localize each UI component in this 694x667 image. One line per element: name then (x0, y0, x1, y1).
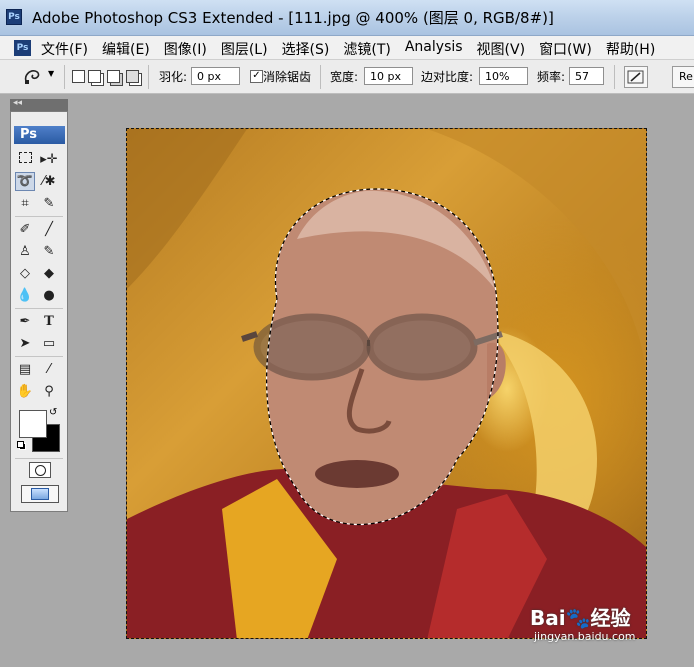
menu-view[interactable]: 视图(V) (477, 39, 533, 59)
divider (614, 65, 615, 89)
hand-tool-icon[interactable]: ✋ (15, 382, 35, 401)
watermark-suffix: 经验 (590, 606, 631, 630)
magic-wand-icon[interactable]: ⁄✱ (39, 172, 59, 191)
crop-tool-icon[interactable]: ⌗ (15, 194, 35, 213)
quick-mask-button[interactable] (29, 462, 51, 478)
edge-contrast-label: 边对比度: (421, 70, 474, 84)
width-label: 宽度: (330, 70, 359, 84)
healing-brush-icon[interactable]: ✐ (15, 220, 35, 239)
refine-edge-label: Re (679, 70, 693, 83)
move-tool-icon[interactable]: ▸✛ (39, 150, 59, 169)
photoshop-menu-icon[interactable]: Ps (14, 40, 31, 56)
menu-layer[interactable]: 图层(L) (221, 39, 275, 59)
menu-image[interactable]: 图像(I) (164, 39, 214, 59)
options-bar: ▼ 羽化: 0 px ✓ 消除锯齿 宽度: 10 px 边对比度: 10% 频率… (0, 60, 694, 94)
antialias-label: 消除锯齿 (263, 70, 312, 84)
divider (64, 65, 65, 89)
menu-analysis[interactable]: Analysis (405, 39, 470, 59)
baidu-watermark: Bai🐾经验 jingyan.baidu.com (530, 602, 636, 643)
collapse-arrows-icon[interactable]: ◂◂ (13, 98, 22, 108)
watermark-url: jingyan.baidu.com (534, 630, 636, 643)
quick-mask-icon (35, 465, 46, 476)
window-titlebar: Ps Adobe Photoshop CS3 Extended - [111.j… (0, 0, 694, 36)
add-selection-icon[interactable] (88, 70, 101, 83)
dodge-tool-icon[interactable]: ● (39, 286, 59, 305)
width-input[interactable]: 10 px (364, 67, 413, 85)
screen-mode-icon (31, 488, 49, 500)
toolbox-ps-logo: Ps (14, 126, 65, 144)
magnetic-lasso-icon (24, 70, 40, 84)
divider (15, 458, 63, 459)
window-title: Adobe Photoshop CS3 Extended - [111.jpg … (32, 9, 554, 27)
menu-help[interactable]: 帮助(H) (606, 39, 662, 59)
watermark-brand: Bai (530, 606, 566, 630)
feather-input[interactable]: 0 px (191, 67, 240, 85)
divider (320, 65, 321, 89)
history-brush-icon[interactable]: ✎ (39, 242, 59, 261)
menu-file[interactable]: 文件(F) (41, 39, 95, 59)
rectangle-shape-icon[interactable]: ▭ (39, 334, 59, 353)
zoom-tool-icon[interactable]: ⚲ (39, 382, 59, 401)
divider (15, 216, 63, 217)
new-selection-icon[interactable] (72, 70, 85, 83)
divider (15, 356, 63, 357)
menu-items: 文件(F) 编辑(E) 图像(I) 图层(L) 选择(S) 滤镜(T) Anal… (41, 39, 669, 59)
feather-label: 羽化: (159, 70, 188, 84)
divider (148, 65, 149, 89)
selection-mode-buttons (72, 68, 152, 86)
menu-bar: Ps 文件(F) 编辑(E) 图像(I) 图层(L) 选择(S) 滤镜(T) A… (0, 36, 694, 60)
tools-panel: Ps ▸✛ ➰ ⁄✱ ⌗ ✎ ✐ ╱ ♙ ✎ ◇ ◆ 💧 ● ✒ T ➤ ▭ ▤… (10, 111, 68, 512)
notes-tool-icon[interactable]: ▤ (15, 360, 35, 379)
screen-mode-button[interactable] (21, 485, 59, 503)
chevron-down-icon: ▼ (48, 69, 55, 78)
brush-tool-icon[interactable]: ╱ (39, 220, 59, 239)
marquee-tool-icon[interactable] (15, 150, 35, 169)
path-selection-icon[interactable]: ➤ (15, 334, 35, 353)
subtract-selection-icon[interactable] (107, 70, 120, 83)
frequency-input[interactable]: 57 (569, 67, 604, 85)
slice-tool-icon[interactable]: ✎ (39, 194, 59, 213)
paint-bucket-icon[interactable]: ◆ (39, 264, 59, 283)
refine-edge-button[interactable]: Re (672, 66, 694, 88)
paw-icon: 🐾 (565, 606, 591, 630)
frequency-label: 频率: (537, 70, 566, 84)
edge-contrast-input[interactable]: 10% (479, 67, 528, 85)
intersect-selection-icon[interactable] (126, 70, 139, 83)
menu-filter[interactable]: 滤镜(T) (343, 39, 397, 59)
pen-tool-icon[interactable]: ✒ (15, 312, 35, 331)
blur-tool-icon[interactable]: 💧 (15, 286, 35, 305)
tablet-pressure-button[interactable] (624, 66, 648, 88)
default-colors-icon[interactable] (17, 441, 26, 450)
photoshop-app-icon: Ps (6, 9, 22, 25)
type-tool-icon[interactable]: T (39, 312, 59, 331)
tool-preset-picker[interactable]: ▼ (22, 66, 58, 88)
toolbox-header[interactable]: ◂◂ (10, 98, 68, 111)
pen-pressure-icon (627, 70, 644, 84)
swap-colors-icon[interactable]: ↺ (49, 407, 57, 418)
menu-window[interactable]: 窗口(W) (539, 39, 599, 59)
foreground-color-swatch[interactable] (19, 410, 47, 438)
eyedropper-icon[interactable]: ⁄ (39, 360, 59, 379)
photo-content (127, 129, 646, 638)
document-canvas[interactable] (126, 128, 647, 639)
menu-select[interactable]: 选择(S) (282, 39, 337, 59)
menu-edit[interactable]: 编辑(E) (102, 39, 157, 59)
eraser-tool-icon[interactable]: ◇ (15, 264, 35, 283)
antialias-checkbox[interactable]: ✓ (250, 70, 263, 83)
divider (15, 308, 63, 309)
clone-stamp-icon[interactable]: ♙ (15, 242, 35, 261)
lasso-tool-icon[interactable]: ➰ (15, 172, 35, 191)
